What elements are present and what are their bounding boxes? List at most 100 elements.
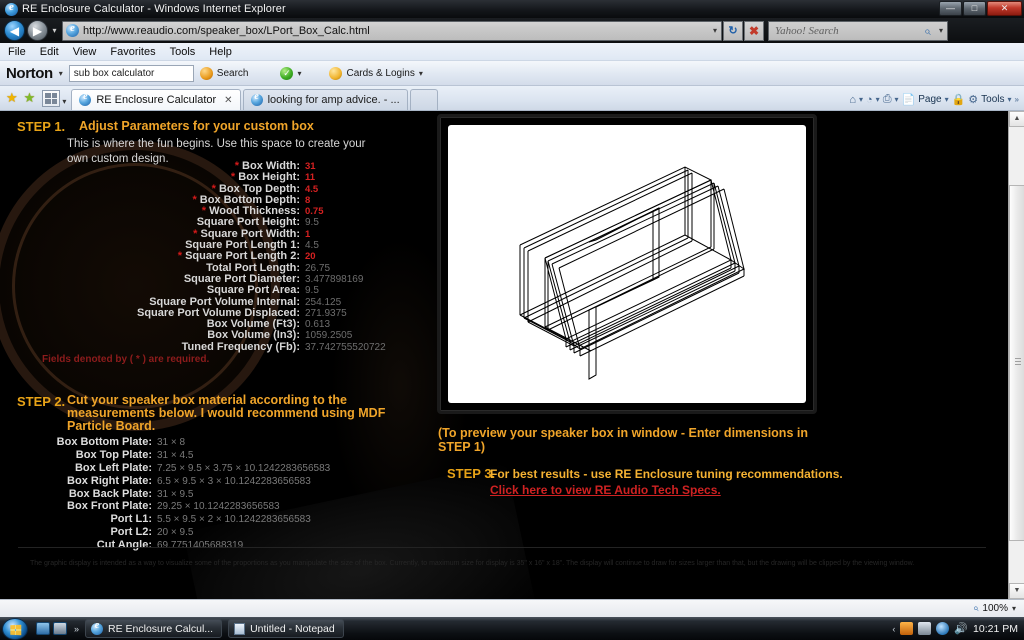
required-asterisk: * [211,182,216,195]
tray-app-icon[interactable] [918,622,932,635]
favorites-center-icon[interactable]: ★ [6,90,18,106]
print-icon[interactable]: ⎙ [883,93,892,106]
feeds-icon[interactable]: ◔ [866,94,873,106]
start-button[interactable] [2,617,28,640]
menu-item-favorites[interactable]: Favorites [110,46,155,58]
stop-button[interactable]: ✖ [744,20,764,41]
required-asterisk: * [201,205,207,218]
cards-logins-label: Cards & Logins [346,67,415,79]
tray-network-icon[interactable] [936,622,950,635]
chevron-down-icon[interactable]: ▾ [859,95,863,104]
param-value-box-volume-ft3: 0.613 [305,319,331,331]
norton-search-button[interactable]: Search [199,66,248,80]
param-value-box-top-depth[interactable]: 4.5 [305,184,318,195]
menu-item-tools[interactable]: Tools [170,46,196,58]
norton-cards-logins-button[interactable]: Cards & Logins ▾ [329,66,423,80]
param-value-square-port-height: 9.5 [305,217,319,229]
add-to-favorites-icon[interactable]: ★ [24,90,36,106]
chevron-down-icon[interactable]: ▾ [1008,95,1012,104]
new-tab-button[interactable] [409,89,438,110]
page-content: STEP 1. Adjust Parameters for your custo… [0,111,1008,599]
required-asterisk: * [230,171,236,184]
cut-value: 7.25 × 9.5 × 3.75 × 10.1242283656583 [157,462,331,474]
taskbar-item-label: Untitled - Notepad [250,622,335,635]
tools-menu-button[interactable]: Tools [981,94,1004,105]
cut-label: Cut Angle: [96,539,152,552]
page-scrollbar[interactable]: ▲ ▼ [1008,111,1024,599]
param-value-square-port-volume-displaced: 271.9375 [305,307,347,319]
volume-icon[interactable]: 🔊 [954,622,968,635]
tab-favicon-icon [79,91,92,106]
forward-button[interactable]: ▶ [27,20,48,41]
param-value-wood-thickness[interactable]: 0.75 [305,206,324,217]
menu-item-file[interactable]: File [8,46,26,58]
tab-looking-for-amp-advice[interactable]: looking for amp advice. - ... [242,89,408,110]
toolbar-overflow-button[interactable]: » [1015,95,1019,104]
quick-tabs-button[interactable] [42,90,61,107]
param-value-square-port-length-2[interactable]: 20 [305,251,316,262]
param-row: * Box Height: 11 [0,171,420,184]
norton-safe-web-button[interactable]: ✓ ▾ [280,66,301,80]
param-value-square-port-width[interactable]: 1 [305,229,310,240]
minimize-button[interactable]: — [939,1,962,16]
search-box[interactable]: Yahoo! Search ⌕ ▾ [768,20,948,41]
maximize-button[interactable]: □ [963,1,986,16]
tab-label: RE Enclosure Calculator [96,94,217,106]
menu-item-view[interactable]: View [73,46,97,58]
recent-pages-button[interactable]: ▾ [48,20,61,41]
tray-norton-icon[interactable] [900,622,914,635]
chevron-down-icon[interactable]: ▾ [945,95,949,104]
zoom-level[interactable]: 100% [982,603,1008,614]
switch-windows-icon[interactable] [53,622,67,635]
chevron-down-icon[interactable]: ▾ [1012,604,1016,613]
chevron-down-icon[interactable]: ▾ [713,22,717,40]
param-row: Tuned Frequency (Fb): 37.742755520722 [0,341,420,353]
cut-row: Box Bottom Plate: 31 × 8 [0,436,420,449]
home-icon[interactable]: ⌂ [849,94,856,106]
cut-label: Port L2: [110,526,152,539]
scroll-up-button[interactable]: ▲ [1009,111,1024,127]
close-icon[interactable]: ✕ [224,95,232,106]
quick-launch-overflow[interactable]: » [74,624,79,634]
tab-strip: ★ ★ ▾ RE Enclosure Calculator ✕ looking … [0,86,1024,111]
stop-icon: ✖ [748,23,760,38]
back-button[interactable]: ◀ [4,20,25,41]
chevron-down-icon[interactable]: ▾ [939,26,943,35]
chevron-down-icon[interactable]: ▾ [895,95,899,104]
menu-item-edit[interactable]: Edit [40,46,59,58]
box-preview-canvas [448,125,806,403]
norton-search-input[interactable]: sub box calculator [68,64,194,82]
refresh-icon: ↻ [728,24,738,37]
taskbar-item-notepad[interactable]: Untitled - Notepad [228,619,344,638]
menu-item-help[interactable]: Help [209,46,232,58]
show-desktop-icon[interactable] [36,622,50,635]
browser-window: RE Enclosure Calculator - Windows Intern… [0,0,1024,640]
required-asterisk: * [193,227,198,240]
param-value-box-bottom-depth[interactable]: 8 [305,195,310,206]
divider [18,547,986,548]
taskbar-clock[interactable]: 10:21 PM [973,623,1018,635]
show-hidden-icons-button[interactable]: ‹ [892,624,895,634]
tab-re-enclosure-calculator[interactable]: RE Enclosure Calculator ✕ [71,89,241,110]
address-input[interactable]: http://www.reaudio.com/speaker_box/LPort… [62,20,722,41]
required-asterisk: * [234,160,239,172]
speaker-box-wireframe [519,166,745,380]
refresh-button[interactable]: ↻ [723,20,743,41]
chevron-down-icon[interactable]: ▾ [62,97,66,106]
param-value-box-height[interactable]: 11 [305,172,315,183]
tech-specs-link[interactable]: Click here to view RE Audio Tech Specs. [490,482,721,498]
menu-bar: File Edit View Favorites Tools Help [0,43,1024,61]
param-value-box-width[interactable]: 31 [305,161,316,172]
taskbar-item-ie[interactable]: RE Enclosure Calcul... [85,619,223,638]
page-menu-button[interactable]: Page [918,94,941,105]
tab-label: looking for amp advice. - ... [267,94,400,106]
close-button[interactable]: ✕ [987,1,1022,16]
scroll-down-button[interactable]: ▼ [1009,583,1024,599]
chevron-down-icon[interactable]: ▾ [59,69,63,78]
cut-row: Box Front Plate: 29.25 × 10.124228365658… [0,500,420,513]
param-value-square-port-volume-internal: 254.125 [305,296,342,308]
web-page: STEP 1. Adjust Parameters for your custo… [0,111,1008,599]
scrollbar-thumb[interactable] [1009,185,1024,541]
chevron-down-icon[interactable]: ▾ [876,95,880,104]
safety-icon[interactable]: 🔒 [952,93,966,106]
